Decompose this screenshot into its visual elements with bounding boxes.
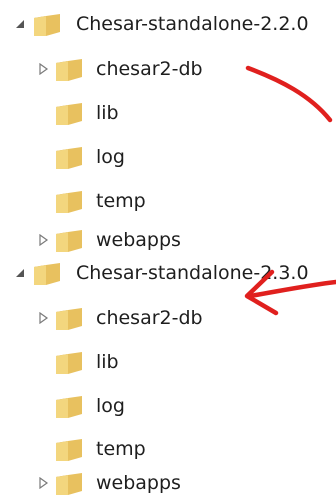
collapsed-triangle-icon[interactable] (35, 310, 51, 326)
folder-icon (32, 10, 62, 38)
tree-node-label: log (96, 146, 125, 168)
tree-node-label: chesar2-db (96, 307, 203, 329)
expanded-triangle-icon[interactable] (12, 265, 28, 281)
tree-node-lib[interactable]: lib (0, 342, 336, 382)
expanded-triangle-icon[interactable] (12, 16, 28, 32)
folder-icon (54, 304, 84, 332)
tree-node-log[interactable]: log (0, 137, 336, 177)
folder-icon (54, 226, 84, 254)
tree-node-chesar2-db[interactable]: chesar2-db (0, 298, 336, 338)
tree-node-webapps[interactable]: webapps (0, 463, 336, 499)
collapsed-triangle-icon[interactable] (35, 475, 51, 491)
tree-node-label: lib (96, 351, 119, 373)
folder-icon (54, 143, 84, 171)
tree-node-log[interactable]: log (0, 386, 336, 426)
tree-node-lib[interactable]: lib (0, 93, 336, 133)
folder-icon (54, 55, 84, 83)
tree-node-label: temp (96, 190, 146, 212)
tree-node-label: temp (96, 438, 146, 460)
tree-node-chesar-2-3-0[interactable]: Chesar-standalone-2.3.0 (0, 253, 336, 293)
collapsed-triangle-icon[interactable] (35, 232, 51, 248)
tree-node-label: lib (96, 102, 119, 124)
folder-icon (54, 348, 84, 376)
collapsed-triangle-icon[interactable] (35, 61, 51, 77)
folder-icon (54, 469, 84, 497)
tree-node-label: chesar2-db (96, 58, 203, 80)
folder-icon (32, 259, 62, 287)
tree-node-chesar2-db[interactable]: chesar2-db (0, 49, 336, 89)
folder-tree: Chesar-standalone-2.2.0 chesar2-db lib l… (0, 0, 336, 499)
tree-node-chesar-2-2-0[interactable]: Chesar-standalone-2.2.0 (0, 4, 336, 44)
tree-node-label: log (96, 395, 125, 417)
folder-icon (54, 187, 84, 215)
folder-icon (54, 392, 84, 420)
tree-node-label: Chesar-standalone-2.3.0 (76, 262, 309, 284)
tree-node-label: Chesar-standalone-2.2.0 (76, 13, 309, 35)
folder-icon (54, 435, 84, 463)
tree-node-temp[interactable]: temp (0, 181, 336, 221)
tree-node-label: webapps (96, 229, 181, 251)
tree-node-label: webapps (96, 472, 181, 494)
folder-icon (54, 99, 84, 127)
